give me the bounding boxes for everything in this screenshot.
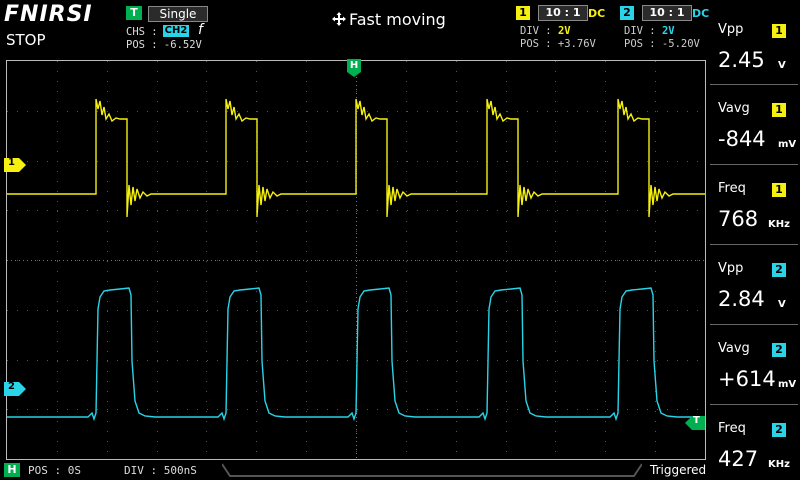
timebase-badge[interactable]: H (4, 463, 20, 477)
ch1-badge[interactable]: 1 (516, 6, 530, 20)
waveform-canvas (7, 61, 705, 459)
measurement-freq-ch2[interactable]: Freq 2 427 KHz (710, 404, 798, 478)
ch2-probe-button[interactable]: 10 : 1 (642, 5, 692, 21)
timebase-scrollbar[interactable] (222, 463, 642, 477)
ch1-div: DIV : 2V (520, 25, 571, 37)
ch2-marker-label: 2 (8, 381, 15, 392)
measurement-channel-badge: 2 (772, 343, 786, 357)
measurement-vavg-ch1[interactable]: Vavg 1 -844 mV (710, 84, 798, 158)
measurement-name: Freq (718, 421, 746, 436)
trigger-edge-icon[interactable]: f (198, 22, 203, 38)
ch1-waveform (7, 98, 705, 218)
ch2-pos: POS : -5.20V (624, 38, 700, 50)
h-marker-label: H (349, 60, 359, 71)
measurement-unit: KHz (768, 459, 790, 470)
measurement-freq-ch1[interactable]: Freq 1 768 KHz (710, 164, 798, 238)
measurement-name: Freq (718, 181, 746, 196)
ch1-div-label: DIV : (520, 25, 552, 37)
measurement-channel-badge: 1 (772, 24, 786, 38)
measurement-unit: V (778, 299, 786, 310)
move-mode-button[interactable]: Fast moving (332, 10, 446, 29)
ch1-pos: POS : +3.76V (520, 38, 596, 50)
ch1-marker-label: 1 (8, 157, 15, 168)
trigger-marker-label: T (693, 415, 700, 426)
ch2-div-value: 2V (661, 25, 675, 37)
measurement-unit: mV (778, 139, 797, 150)
brand-logo: FNIRSI (4, 2, 93, 27)
measurement-value: 427 (718, 447, 759, 471)
trigger-source-label: CHS : (126, 26, 158, 38)
measurement-unit: V (778, 60, 786, 71)
measurement-channel-badge: 2 (772, 263, 786, 277)
measurement-value: 2.45 (718, 48, 765, 72)
waveform-display[interactable] (6, 60, 706, 460)
trigger-badge[interactable]: T (126, 6, 142, 20)
measurement-vavg-ch2[interactable]: Vavg 2 +614 mV (710, 324, 798, 398)
horizontal-position-marker[interactable]: H (347, 59, 361, 77)
ch2-badge[interactable]: 2 (620, 6, 634, 20)
measurement-value: -844 (718, 127, 766, 151)
measurement-channel-badge: 2 (772, 423, 786, 437)
trigger-mode-button[interactable]: Single (148, 6, 208, 22)
ch1-probe-button[interactable]: 10 : 1 (538, 5, 588, 21)
measurement-channel-badge: 1 (772, 183, 786, 197)
measurement-value: 2.84 (718, 287, 765, 311)
ch2-offset-marker[interactable]: 2 (4, 381, 26, 396)
measurement-unit: mV (778, 379, 797, 390)
measurement-name: Vpp (718, 261, 744, 276)
measurement-name: Vavg (718, 341, 750, 356)
ch1-offset-marker[interactable]: 1 (4, 157, 26, 172)
measurement-vpp-ch2[interactable]: Vpp 2 2.84 V (710, 244, 798, 318)
ch2-coupling[interactable]: DC (692, 7, 709, 20)
trigger-status: Triggered (650, 463, 707, 477)
measurement-name: Vpp (718, 22, 744, 37)
trigger-source-value[interactable]: CH2 (163, 25, 189, 37)
trigger-position: POS : -6.52V (126, 39, 202, 51)
measurement-name: Vavg (718, 101, 750, 116)
ch1-div-value: 2V (557, 25, 571, 37)
move-mode-label: Fast moving (349, 10, 446, 29)
ch1-coupling[interactable]: DC (588, 7, 605, 20)
measurement-value: +614 (718, 367, 776, 391)
measurement-channel-badge: 1 (772, 103, 786, 117)
measurement-value: 768 (718, 207, 759, 231)
timebase-division[interactable]: DIV : 500nS (124, 464, 197, 477)
ch2-div-label: DIV : (624, 25, 656, 37)
measurement-vpp-ch1[interactable]: Vpp 1 2.45 V (710, 6, 798, 80)
measurement-unit: KHz (768, 219, 790, 230)
ch2-div: DIV : 2V (624, 25, 675, 37)
timebase-position[interactable]: POS : 0S (28, 464, 81, 477)
move-arrows-icon (332, 12, 346, 26)
run-state-button[interactable]: STOP (6, 31, 46, 49)
trigger-level-marker[interactable]: T (685, 415, 705, 430)
